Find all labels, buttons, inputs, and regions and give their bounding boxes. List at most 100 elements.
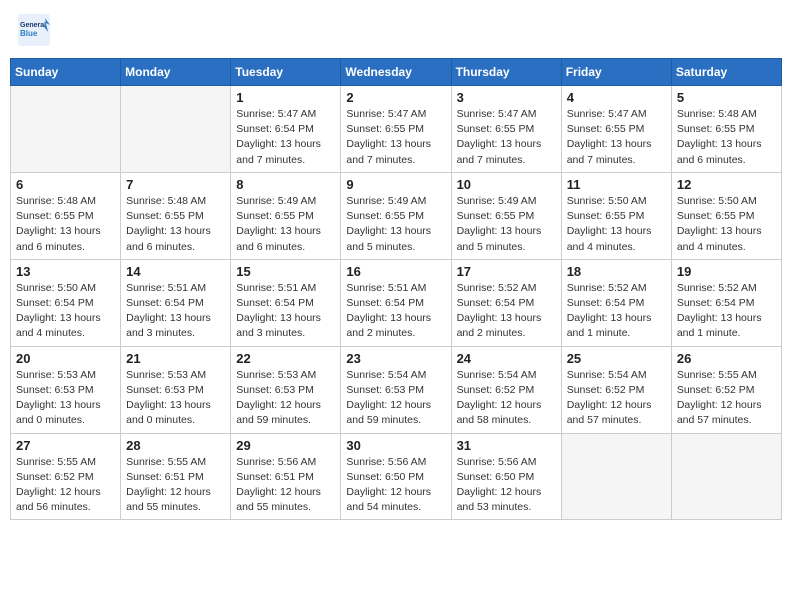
calendar-week-4: 20 Sunrise: 5:53 AM Sunset: 6:53 PM Dayli…: [11, 346, 782, 433]
day-number: 21: [126, 351, 225, 366]
day-number: 27: [16, 438, 115, 453]
day-number: 22: [236, 351, 335, 366]
weekday-header-saturday: Saturday: [671, 59, 781, 86]
day-number: 16: [346, 264, 445, 279]
weekday-header-row: SundayMondayTuesdayWednesdayThursdayFrid…: [11, 59, 782, 86]
weekday-header-friday: Friday: [561, 59, 671, 86]
day-number: 31: [457, 438, 556, 453]
day-number: 9: [346, 177, 445, 192]
weekday-header-thursday: Thursday: [451, 59, 561, 86]
calendar-cell: 8 Sunrise: 5:49 AM Sunset: 6:55 PM Daylig…: [231, 172, 341, 259]
day-number: 8: [236, 177, 335, 192]
weekday-header-monday: Monday: [121, 59, 231, 86]
weekday-header-wednesday: Wednesday: [341, 59, 451, 86]
day-info: Sunrise: 5:54 AM Sunset: 6:53 PM Dayligh…: [346, 368, 445, 429]
calendar-cell: [11, 86, 121, 173]
calendar-cell: 30Sunrise: 5:56 AM Sunset: 6:50 PM Dayli…: [341, 433, 451, 520]
day-number: 3: [457, 90, 556, 105]
day-info: Sunrise: 5:55 AM Sunset: 6:52 PM Dayligh…: [677, 368, 776, 429]
calendar-cell: 20 Sunrise: 5:53 AM Sunset: 6:53 PM Dayli…: [11, 346, 121, 433]
day-info: Sunrise: 5:51 AM Sunset: 6:54 PM Dayligh…: [346, 281, 445, 342]
calendar-week-3: 13Sunrise: 5:50 AM Sunset: 6:54 PM Dayli…: [11, 259, 782, 346]
calendar-cell: 13Sunrise: 5:50 AM Sunset: 6:54 PM Dayli…: [11, 259, 121, 346]
day-number: 23: [346, 351, 445, 366]
day-info: Sunrise: 5:47 AM Sunset: 6:55 PM Dayligh…: [567, 107, 666, 168]
day-number: 18: [567, 264, 666, 279]
calendar-cell: 23 Sunrise: 5:54 AM Sunset: 6:53 PM Dayli…: [341, 346, 451, 433]
day-info: Sunrise: 5:50 AM Sunset: 6:55 PM Dayligh…: [567, 194, 666, 255]
day-info: Sunrise: 5:52 AM Sunset: 6:54 PM Dayligh…: [677, 281, 776, 342]
day-number: 14: [126, 264, 225, 279]
calendar-week-1: 1Sunrise: 5:47 AM Sunset: 6:54 PM Daylig…: [11, 86, 782, 173]
calendar-week-2: 6 Sunrise: 5:48 AM Sunset: 6:55 PM Daylig…: [11, 172, 782, 259]
calendar-cell: 17 Sunrise: 5:52 AM Sunset: 6:54 PM Dayli…: [451, 259, 561, 346]
day-info: Sunrise: 5:55 AM Sunset: 6:52 PM Dayligh…: [16, 455, 115, 516]
calendar-cell: 19 Sunrise: 5:52 AM Sunset: 6:54 PM Dayli…: [671, 259, 781, 346]
svg-text:Blue: Blue: [20, 29, 38, 38]
calendar-cell: 15 Sunrise: 5:51 AM Sunset: 6:54 PM Dayli…: [231, 259, 341, 346]
day-info: Sunrise: 5:53 AM Sunset: 6:53 PM Dayligh…: [236, 368, 335, 429]
day-number: 28: [126, 438, 225, 453]
day-number: 6: [16, 177, 115, 192]
day-number: 25: [567, 351, 666, 366]
day-number: 17: [457, 264, 556, 279]
calendar-cell: 26Sunrise: 5:55 AM Sunset: 6:52 PM Dayli…: [671, 346, 781, 433]
calendar-cell: 12 Sunrise: 5:50 AM Sunset: 6:55 PM Dayli…: [671, 172, 781, 259]
calendar-cell: 27 Sunrise: 5:55 AM Sunset: 6:52 PM Dayli…: [11, 433, 121, 520]
calendar-cell: 22 Sunrise: 5:53 AM Sunset: 6:53 PM Dayli…: [231, 346, 341, 433]
calendar-cell: [671, 433, 781, 520]
day-number: 20: [16, 351, 115, 366]
calendar-cell: 25Sunrise: 5:54 AM Sunset: 6:52 PM Dayli…: [561, 346, 671, 433]
day-info: Sunrise: 5:52 AM Sunset: 6:54 PM Dayligh…: [567, 281, 666, 342]
calendar-cell: 21 Sunrise: 5:53 AM Sunset: 6:53 PM Dayli…: [121, 346, 231, 433]
calendar-cell: 6 Sunrise: 5:48 AM Sunset: 6:55 PM Daylig…: [11, 172, 121, 259]
day-number: 4: [567, 90, 666, 105]
day-number: 15: [236, 264, 335, 279]
day-info: Sunrise: 5:50 AM Sunset: 6:54 PM Dayligh…: [16, 281, 115, 342]
day-info: Sunrise: 5:54 AM Sunset: 6:52 PM Dayligh…: [457, 368, 556, 429]
day-info: Sunrise: 5:48 AM Sunset: 6:55 PM Dayligh…: [16, 194, 115, 255]
calendar-cell: 2Sunrise: 5:47 AM Sunset: 6:55 PM Daylig…: [341, 86, 451, 173]
logo-svg: General Blue: [18, 14, 50, 46]
day-info: Sunrise: 5:49 AM Sunset: 6:55 PM Dayligh…: [236, 194, 335, 255]
day-number: 5: [677, 90, 776, 105]
day-info: Sunrise: 5:50 AM Sunset: 6:55 PM Dayligh…: [677, 194, 776, 255]
day-info: Sunrise: 5:48 AM Sunset: 6:55 PM Dayligh…: [126, 194, 225, 255]
day-info: Sunrise: 5:47 AM Sunset: 6:55 PM Dayligh…: [457, 107, 556, 168]
calendar-cell: 9Sunrise: 5:49 AM Sunset: 6:55 PM Daylig…: [341, 172, 451, 259]
day-info: Sunrise: 5:48 AM Sunset: 6:55 PM Dayligh…: [677, 107, 776, 168]
day-number: 12: [677, 177, 776, 192]
calendar-cell: 18 Sunrise: 5:52 AM Sunset: 6:54 PM Dayli…: [561, 259, 671, 346]
calendar-table: SundayMondayTuesdayWednesdayThursdayFrid…: [10, 58, 782, 520]
page-header: General Blue: [10, 10, 782, 50]
day-number: 29: [236, 438, 335, 453]
svg-text:General: General: [20, 22, 46, 29]
day-info: Sunrise: 5:53 AM Sunset: 6:53 PM Dayligh…: [126, 368, 225, 429]
calendar-cell: 24 Sunrise: 5:54 AM Sunset: 6:52 PM Dayli…: [451, 346, 561, 433]
calendar-cell: 11 Sunrise: 5:50 AM Sunset: 6:55 PM Dayli…: [561, 172, 671, 259]
calendar-cell: [561, 433, 671, 520]
calendar-cell: 10 Sunrise: 5:49 AM Sunset: 6:55 PM Dayli…: [451, 172, 561, 259]
day-info: Sunrise: 5:55 AM Sunset: 6:51 PM Dayligh…: [126, 455, 225, 516]
weekday-header-tuesday: Tuesday: [231, 59, 341, 86]
calendar-cell: 4 Sunrise: 5:47 AM Sunset: 6:55 PM Daylig…: [561, 86, 671, 173]
day-info: Sunrise: 5:53 AM Sunset: 6:53 PM Dayligh…: [16, 368, 115, 429]
day-info: Sunrise: 5:56 AM Sunset: 6:50 PM Dayligh…: [457, 455, 556, 516]
day-info: Sunrise: 5:52 AM Sunset: 6:54 PM Dayligh…: [457, 281, 556, 342]
day-info: Sunrise: 5:47 AM Sunset: 6:55 PM Dayligh…: [346, 107, 445, 168]
day-info: Sunrise: 5:51 AM Sunset: 6:54 PM Dayligh…: [126, 281, 225, 342]
day-number: 19: [677, 264, 776, 279]
day-info: Sunrise: 5:51 AM Sunset: 6:54 PM Dayligh…: [236, 281, 335, 342]
calendar-cell: 14 Sunrise: 5:51 AM Sunset: 6:54 PM Dayli…: [121, 259, 231, 346]
calendar-cell: 5 Sunrise: 5:48 AM Sunset: 6:55 PM Daylig…: [671, 86, 781, 173]
day-number: 11: [567, 177, 666, 192]
day-info: Sunrise: 5:56 AM Sunset: 6:50 PM Dayligh…: [346, 455, 445, 516]
day-info: Sunrise: 5:47 AM Sunset: 6:54 PM Dayligh…: [236, 107, 335, 168]
day-number: 24: [457, 351, 556, 366]
day-number: 7: [126, 177, 225, 192]
day-info: Sunrise: 5:56 AM Sunset: 6:51 PM Dayligh…: [236, 455, 335, 516]
day-info: Sunrise: 5:49 AM Sunset: 6:55 PM Dayligh…: [457, 194, 556, 255]
day-number: 10: [457, 177, 556, 192]
calendar-cell: [121, 86, 231, 173]
calendar-cell: 16 Sunrise: 5:51 AM Sunset: 6:54 PM Dayli…: [341, 259, 451, 346]
